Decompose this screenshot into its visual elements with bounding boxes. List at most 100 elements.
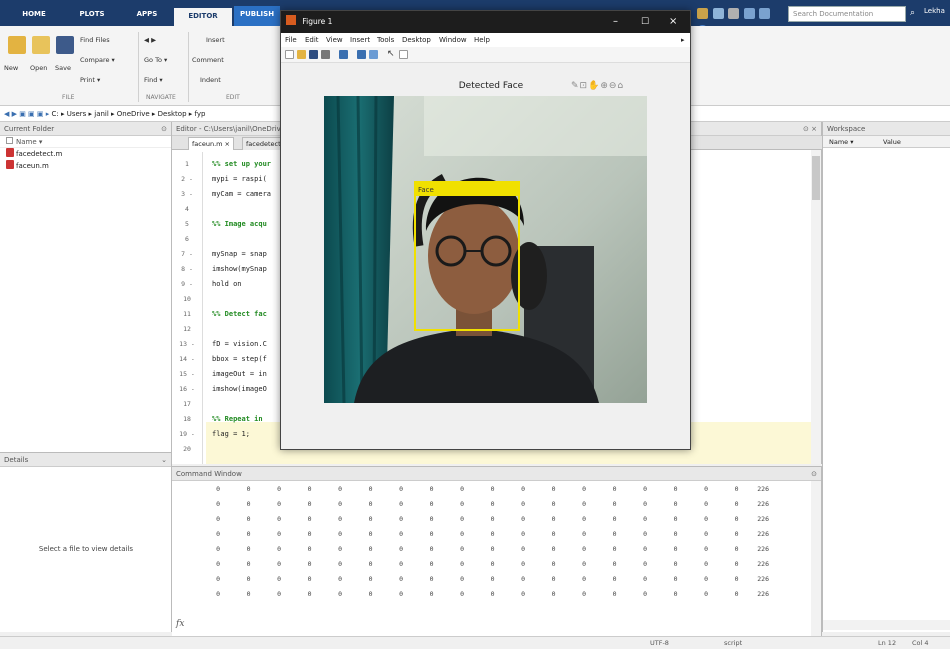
line-number[interactable]: 14 -	[172, 355, 202, 363]
zoom-in-icon[interactable]: ⊕	[600, 81, 609, 91]
new-icon[interactable]	[8, 36, 26, 54]
code-line[interactable]: fD = vision.C	[212, 340, 267, 348]
folder-nav-icons[interactable]: ◀ ▶ ▣ ▣ ▣ ▸	[4, 110, 51, 118]
panel-actions-icon[interactable]: ⊙	[811, 467, 817, 481]
menu-help[interactable]: Help	[474, 33, 490, 47]
new-figure-icon[interactable]	[285, 50, 294, 59]
line-number[interactable]: 6	[172, 235, 202, 243]
details-header[interactable]: Details ⌄	[0, 453, 171, 467]
save-quick-icon[interactable]	[697, 8, 708, 19]
search-documentation-input[interactable]: Search Documentation	[788, 6, 906, 22]
code-line[interactable]: %% Repeat in	[212, 415, 263, 423]
go-to-button[interactable]: Go To ▾	[144, 56, 167, 64]
close-icon[interactable]: ×	[669, 11, 677, 33]
compare-button[interactable]: Compare ▾	[80, 56, 115, 64]
command-scrollbar[interactable]	[811, 481, 821, 637]
menu-insert[interactable]: Insert	[350, 33, 370, 47]
line-number[interactable]: 10	[172, 295, 202, 303]
editor-scrollbar[interactable]	[811, 150, 821, 464]
home-icon[interactable]: ⌂	[617, 81, 624, 91]
search-icon[interactable]: ⌕	[910, 8, 915, 18]
code-line[interactable]: %% set up your	[212, 160, 271, 168]
name-column-header[interactable]: Name ▾	[0, 136, 171, 148]
legend-icon[interactable]	[369, 50, 378, 59]
figure-window[interactable]: Figure 1 – ☐ × File Edit View Insert Too…	[280, 10, 691, 450]
line-number[interactable]: 5	[172, 220, 202, 228]
figure-title-bar[interactable]: Figure 1 – ☐ ×	[281, 11, 690, 33]
line-number[interactable]: 3 -	[172, 190, 202, 198]
code-line[interactable]: mypi = raspi(	[212, 175, 267, 183]
open-file-icon[interactable]	[297, 50, 306, 59]
redo-icon[interactable]	[759, 8, 771, 19]
line-number[interactable]: 17	[172, 400, 202, 408]
print-icon[interactable]	[321, 50, 330, 59]
code-line[interactable]: hold on	[212, 280, 242, 288]
line-number[interactable]: 18	[172, 415, 202, 423]
line-number[interactable]: 9 -	[172, 280, 202, 288]
tab-plots[interactable]: PLOTS	[64, 6, 120, 26]
minimize-icon[interactable]: –	[613, 11, 618, 33]
find-files-button[interactable]: Find Files	[80, 36, 110, 44]
find-button[interactable]: Find ▾	[144, 76, 163, 84]
save-button[interactable]: Save	[55, 64, 71, 72]
tab-home[interactable]: HOME	[6, 6, 62, 26]
code-line[interactable]: %% Image acqu	[212, 220, 267, 228]
file-item-facedetect[interactable]: facedetect.m	[0, 148, 171, 160]
chevron-down-icon[interactable]: ⌄	[161, 453, 167, 467]
line-number[interactable]: 8 -	[172, 265, 202, 273]
line-number[interactable]: 15 -	[172, 370, 202, 378]
pan-hand-icon[interactable]: ✋	[588, 81, 600, 91]
menu-overflow-icon[interactable]: ▸	[681, 33, 685, 47]
maximize-icon[interactable]: ☐	[641, 11, 649, 33]
menu-file[interactable]: File	[285, 33, 297, 47]
open-button[interactable]: Open	[30, 64, 47, 72]
undo-icon[interactable]	[743, 8, 755, 19]
menu-edit[interactable]: Edit	[305, 33, 319, 47]
line-number[interactable]: 12	[172, 325, 202, 333]
back-forward-buttons[interactable]: ◀ ▶	[144, 36, 156, 44]
line-number[interactable]: 16 -	[172, 385, 202, 393]
user-account[interactable]: Lekha	[924, 7, 945, 15]
code-line[interactable]: bbox = step(f	[212, 355, 267, 363]
code-line[interactable]: imshow(imageO	[212, 385, 267, 393]
tab-apps[interactable]: APPS	[122, 6, 172, 26]
code-line[interactable]: imshow(mySnap	[212, 265, 267, 273]
print-button[interactable]: Print ▾	[80, 76, 100, 84]
datatip-icon[interactable]: ⊡	[580, 81, 589, 91]
code-line[interactable]: myCam = camera	[212, 190, 271, 198]
property-inspector-icon[interactable]	[399, 50, 408, 59]
menu-desktop[interactable]: Desktop	[402, 33, 431, 47]
close-editor-icon[interactable]: ⊙ ×	[803, 122, 817, 136]
link-plot-icon[interactable]	[339, 50, 348, 59]
copy-icon[interactable]	[728, 8, 740, 19]
menu-view[interactable]: View	[326, 33, 343, 47]
indent-button[interactable]: Indent	[200, 76, 221, 84]
checkbox-icon[interactable]	[6, 137, 13, 144]
command-window[interactable]: Command Window ⊙ 0 0 0 0 0 0 0 0 0 0 0 0 0 0 0 0 0 0 226 0 0…	[172, 466, 822, 637]
line-number[interactable]: 19 -	[172, 430, 202, 438]
code-line[interactable]: %% Detect fac	[212, 310, 267, 318]
workspace-name-column[interactable]: Name ▾	[829, 136, 854, 148]
editor-tab-faceun[interactable]: faceun.m ×	[188, 137, 234, 150]
tab-editor[interactable]: EDITOR	[174, 8, 232, 26]
file-item-faceun[interactable]: faceun.m	[0, 160, 171, 172]
menu-tools[interactable]: Tools	[377, 33, 394, 47]
command-prompt[interactable]: fx	[176, 619, 184, 629]
code-line[interactable]: imageOut = in	[212, 370, 267, 378]
axes-toolbar[interactable]: ✎⊡✋⊕⊖⌂	[571, 81, 624, 91]
insert-button[interactable]: Insert	[206, 36, 225, 44]
cut-icon[interactable]	[712, 8, 724, 19]
line-number[interactable]: 20	[172, 445, 202, 453]
edit-plot-arrow-icon[interactable]: ↖	[387, 50, 396, 59]
tab-publish[interactable]: PUBLISH	[234, 6, 280, 26]
new-button[interactable]: New	[4, 64, 18, 72]
code-line[interactable]: mySnap = snap	[212, 250, 267, 258]
code-line[interactable]: flag = 1;	[212, 430, 250, 438]
line-number[interactable]: 7 -	[172, 250, 202, 258]
line-number[interactable]: 1	[172, 160, 202, 168]
workspace-value-column[interactable]: Value	[883, 136, 901, 148]
line-number[interactable]: 11	[172, 310, 202, 318]
menu-window[interactable]: Window	[439, 33, 467, 47]
workspace-scrollbar[interactable]	[823, 620, 950, 630]
open-folder-icon[interactable]	[32, 36, 50, 54]
